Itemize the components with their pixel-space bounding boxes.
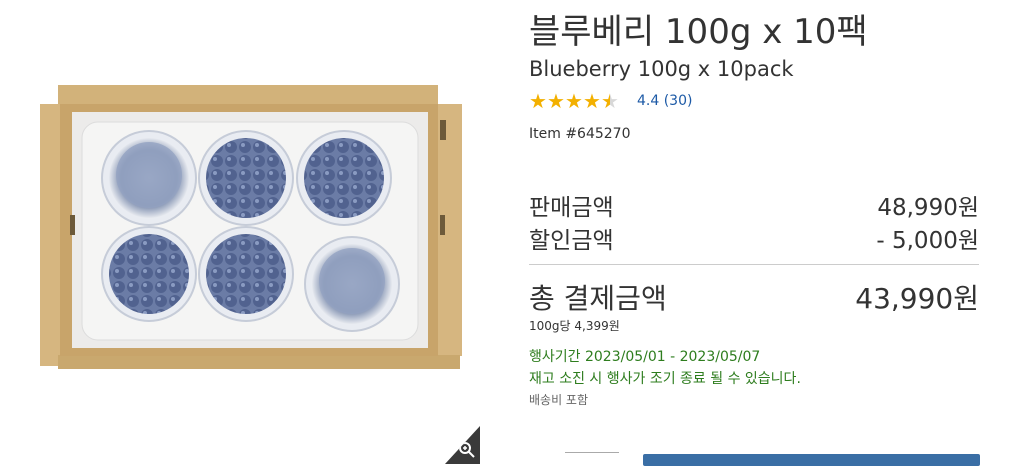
promo-period: 행사기간 2023/05/01 - 2023/05/07 — [529, 349, 761, 365]
star-half-icon: ★ — [601, 89, 619, 113]
product-title-ko: 블루베리 100g x 10팩 — [529, 12, 868, 52]
product-title-en: Blueberry 100g x 10pack — [529, 57, 794, 81]
star-rating: ★ ★ ★ ★ ★ — [529, 91, 619, 111]
item-number: Item #645270 — [529, 126, 631, 142]
quantity-input[interactable] — [565, 452, 619, 465]
product-photo — [40, 85, 462, 369]
discount-value: - 5,000원 — [876, 228, 979, 254]
price-divider — [529, 264, 979, 265]
rating-link[interactable]: 4.4 (30) — [637, 93, 692, 109]
sale-price-value: 48,990원 — [877, 195, 979, 221]
promo-notice: 재고 소진 시 행사가 조기 종료 될 수 있습니다. — [529, 371, 801, 387]
total-label: 총 결제금액 — [529, 282, 667, 315]
shipping-note: 배송비 포함 — [529, 393, 589, 407]
discount-label: 할인금액 — [529, 228, 614, 254]
add-to-cart-button[interactable] — [643, 454, 980, 466]
total-row: 총 결제금액 43,990원 — [529, 277, 979, 317]
star-icon: ★ — [547, 89, 565, 113]
star-icon: ★ — [529, 89, 547, 113]
sale-price-row: 판매금액 48,990원 — [529, 188, 979, 222]
total-value: 43,990원 — [855, 282, 979, 315]
sale-price-label: 판매금액 — [529, 195, 614, 221]
rating: ★ ★ ★ ★ ★ 4.4 (30) — [529, 90, 692, 112]
unit-price: 100g당 4,399원 — [529, 319, 620, 333]
star-icon: ★ — [583, 89, 601, 113]
star-icon: ★ — [565, 89, 583, 113]
discount-row: 할인금액 - 5,000원 — [529, 221, 979, 255]
product-image[interactable] — [0, 0, 480, 464]
